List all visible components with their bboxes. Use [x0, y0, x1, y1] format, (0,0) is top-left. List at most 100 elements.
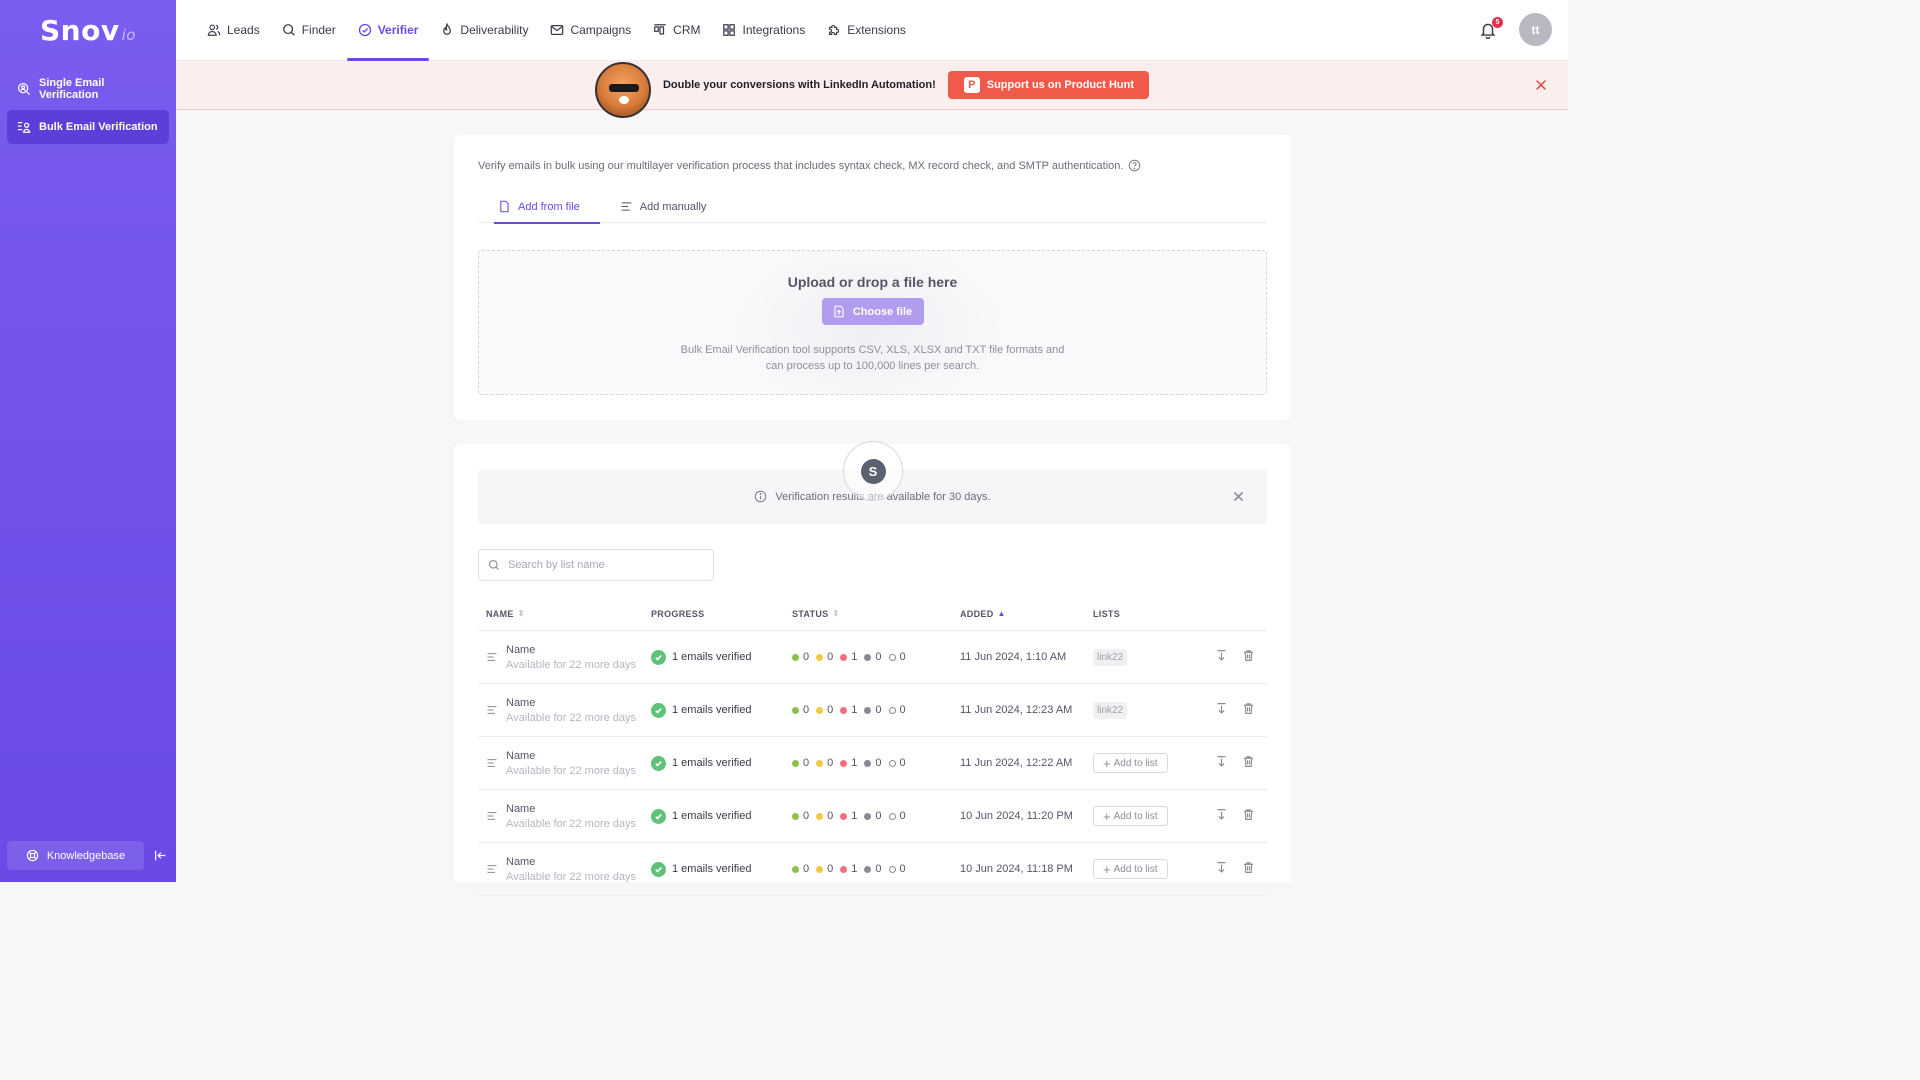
download-button[interactable]	[1215, 702, 1228, 718]
add-to-list-button[interactable]: + Add to list	[1093, 859, 1168, 879]
plus-icon: +	[1103, 861, 1111, 877]
status-cell: 0 0 1 0 0	[792, 757, 960, 769]
pending-ring-icon	[888, 706, 896, 714]
unverifiable-dot-icon	[864, 865, 872, 873]
download-icon	[1217, 756, 1226, 767]
invalid-dot-icon	[840, 865, 848, 873]
sidebar-item-label: Single Email Verification	[39, 77, 105, 101]
list-tag[interactable]: link22	[1093, 701, 1128, 719]
progress-cell: 1 emails verified	[651, 649, 792, 665]
sidebar-item-single-verification[interactable]: Single Email Verification	[7, 72, 169, 106]
add-to-list-button[interactable]: + Add to list	[1093, 806, 1168, 826]
download-button[interactable]	[1215, 755, 1228, 771]
list-search-input[interactable]: Search by list name	[478, 549, 714, 581]
table-row[interactable]: Name Available for 22 more days 1 emails…	[478, 737, 1267, 790]
trash-icon	[1244, 862, 1253, 873]
status-unknown: 0	[816, 757, 833, 769]
list-tag[interactable]: link22	[1093, 648, 1128, 666]
status-unverifiable: 0	[864, 810, 882, 822]
status-unverifiable-count: 0	[875, 651, 882, 663]
nav-finder[interactable]: Finder	[271, 0, 347, 61]
help-icon[interactable]	[1128, 159, 1141, 172]
pending-ring-icon	[888, 653, 896, 661]
invalid-dot-icon	[840, 759, 848, 767]
row-availability: Available for 22 more days	[506, 711, 637, 724]
list-lines-icon	[487, 865, 497, 873]
user-avatar[interactable]: tt	[1519, 13, 1552, 46]
close-banner-icon[interactable]	[1534, 78, 1548, 92]
table-row[interactable]: Name Available for 22 more days 1 emails…	[478, 684, 1267, 737]
nav-integrations[interactable]: Integrations	[711, 0, 816, 61]
file-dropzone[interactable]: Upload or drop a file here Choose file B…	[478, 250, 1267, 395]
notifications-button[interactable]: 5	[1479, 16, 1503, 39]
search-user-icon	[17, 82, 31, 96]
status-cell: 0 0 1 0 0	[792, 651, 960, 663]
column-name[interactable]: NAME ⇕	[478, 609, 651, 619]
status-invalid: 1	[840, 810, 857, 822]
download-icon	[1217, 703, 1226, 714]
sidebar-item-label: Bulk Email Verification	[39, 121, 158, 133]
nav-verifier[interactable]: Verifier	[346, 0, 430, 61]
delete-button[interactable]	[1242, 755, 1255, 771]
status-valid-count: 0	[803, 757, 810, 769]
status-valid-count: 0	[803, 704, 810, 716]
table-header: NAME ⇕ PROGRESS STATUS ⇕ ADDED ▲ LISTS	[478, 597, 1267, 631]
product-hunt-button-label: Support us on Product Hunt	[986, 79, 1135, 91]
lists-cell: link22	[1093, 701, 1193, 719]
delete-button[interactable]	[1242, 702, 1255, 718]
download-button[interactable]	[1215, 649, 1228, 665]
tab-add-from-file[interactable]: Add from file	[478, 190, 600, 224]
table-row[interactable]: Name Available for 22 more days 1 emails…	[478, 631, 1267, 684]
progress-text: 1 emails verified	[672, 863, 752, 875]
nav-crm[interactable]: CRM	[642, 0, 711, 61]
tab-label: Add manually	[639, 200, 707, 213]
row-name[interactable]: Name	[506, 697, 636, 709]
nav-campaigns[interactable]: Campaigns	[539, 0, 642, 61]
invalid-dot-icon	[840, 653, 848, 661]
nav-deliverability[interactable]: Deliverability	[429, 0, 539, 61]
status-unverifiable: 0	[864, 757, 882, 769]
delete-button[interactable]	[1242, 808, 1255, 824]
sidebar-item-bulk-verification[interactable]: Bulk Email Verification	[7, 110, 169, 144]
close-info-icon[interactable]	[1232, 490, 1245, 503]
download-button[interactable]	[1215, 861, 1228, 877]
product-hunt-button[interactable]: P Support us on Product Hunt	[947, 71, 1150, 99]
row-name[interactable]: Name	[506, 750, 636, 762]
status-valid: 0	[792, 757, 809, 769]
delete-button[interactable]	[1242, 649, 1255, 665]
lists-cell: + Add to list	[1093, 753, 1193, 773]
column-status[interactable]: STATUS ⇕	[792, 609, 960, 619]
add-to-list-button[interactable]: + Add to list	[1093, 753, 1168, 773]
tab-add-manually[interactable]: Add manually	[600, 190, 727, 223]
status-valid: 0	[792, 704, 809, 716]
status-valid: 0	[792, 863, 809, 875]
column-added[interactable]: ADDED ▲	[960, 609, 1093, 619]
row-name[interactable]: Name	[506, 644, 636, 656]
status-invalid-count: 1	[851, 757, 858, 769]
download-button[interactable]	[1215, 808, 1228, 824]
collapse-sidebar-button[interactable]	[152, 848, 168, 864]
knowledgebase-button[interactable]: Knowledgebase	[7, 841, 144, 870]
unknown-dot-icon	[816, 759, 824, 767]
loading-spinner: S	[843, 441, 903, 501]
table-row[interactable]: Name Available for 22 more days 1 emails…	[478, 790, 1267, 843]
status-unknown: 0	[816, 810, 833, 822]
row-name[interactable]: Name	[506, 803, 636, 815]
status-unverifiable-count: 0	[875, 863, 882, 875]
name-cell: Name Available for 22 more days	[478, 697, 651, 724]
table-row[interactable]: Name Available for 22 more days 1 emails…	[478, 843, 1267, 896]
pending-ring-icon	[888, 812, 896, 820]
row-name[interactable]: Name	[506, 856, 636, 868]
nav-leads[interactable]: Leads	[196, 0, 271, 61]
delete-button[interactable]	[1242, 861, 1255, 877]
lists-cell: link22	[1093, 648, 1193, 666]
trash-icon	[1244, 650, 1253, 661]
snovio-logo[interactable]: Snov io	[0, 0, 176, 60]
choose-file-button[interactable]: Choose file	[821, 298, 924, 325]
nav-extensions[interactable]: Extensions	[816, 0, 917, 61]
verification-table: NAME ⇕ PROGRESS STATUS ⇕ ADDED ▲ LISTS Name…	[478, 597, 1267, 896]
status-unknown-count: 0	[827, 757, 834, 769]
status-invalid: 1	[840, 757, 857, 769]
status-unverifiable: 0	[864, 651, 882, 663]
unverifiable-dot-icon	[864, 759, 872, 767]
